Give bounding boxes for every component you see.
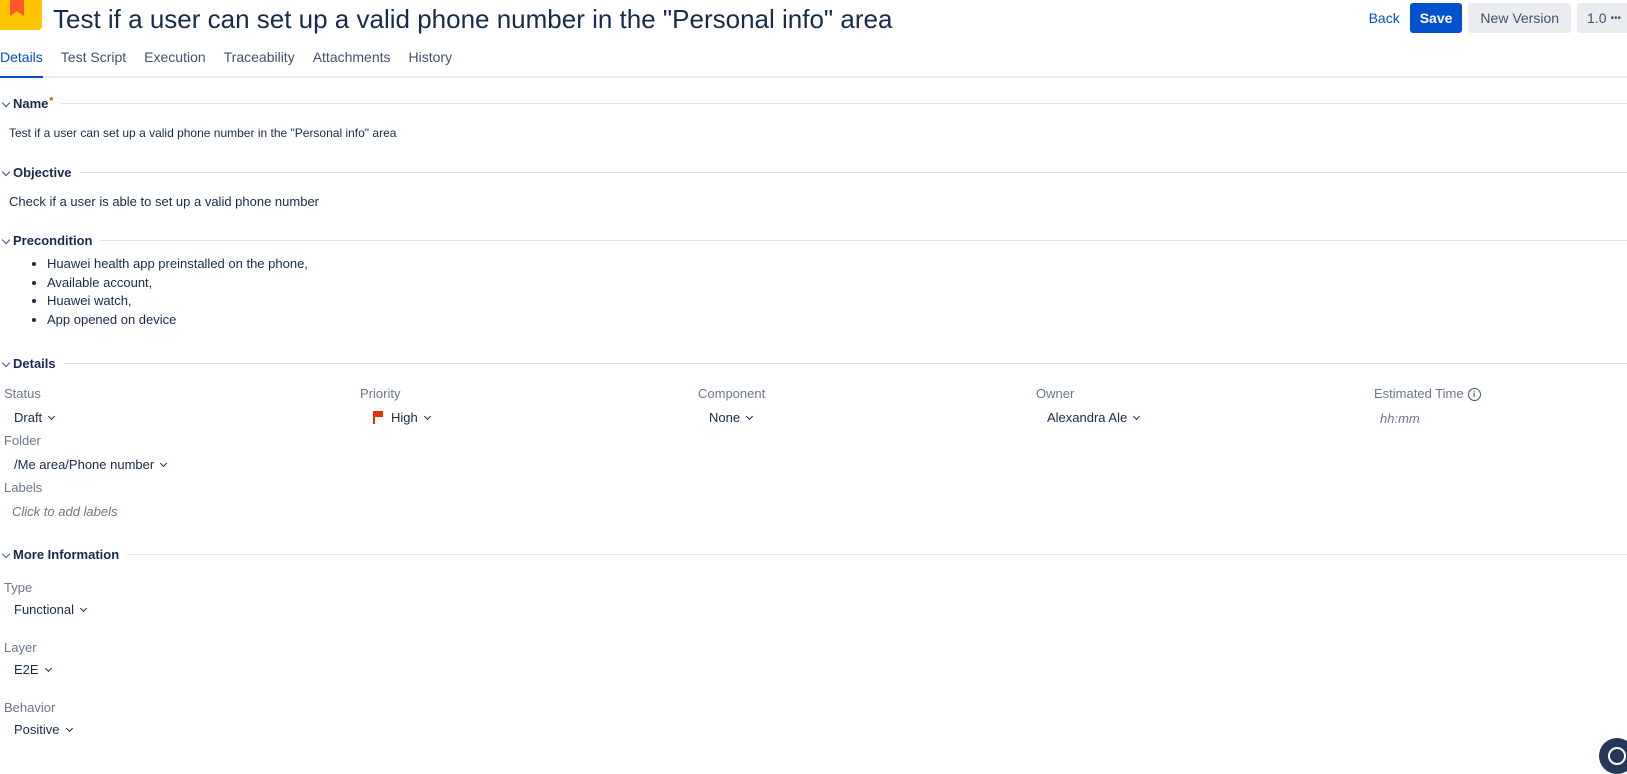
tab-bar: Details Test Script Execution Traceabili… (0, 45, 1627, 78)
priority-select[interactable]: High (373, 410, 432, 425)
help-button[interactable] (1599, 738, 1627, 774)
app-logo (0, 0, 42, 30)
status-label: Status (4, 386, 41, 401)
info-icon[interactable]: i (1467, 388, 1481, 401)
folder-select[interactable]: /Me area/Phone number (14, 457, 168, 472)
section-objective-title: Objective (13, 165, 72, 180)
section-details-header[interactable]: Details (0, 356, 1627, 371)
section-divider (61, 103, 1627, 104)
component-label: Component (698, 386, 766, 401)
back-button[interactable]: Back (1365, 4, 1404, 32)
required-asterisk: * (49, 96, 54, 107)
component-select[interactable]: None (709, 410, 754, 425)
folder-label: Folder (4, 433, 41, 448)
name-value[interactable]: Test if a user can set up a valid phone … (9, 126, 396, 140)
chevron-down-icon[interactable] (0, 235, 12, 247)
tab-attachments[interactable]: Attachments (304, 45, 400, 76)
chevron-down-icon (424, 414, 432, 422)
section-divider (127, 554, 1627, 555)
section-divider (63, 363, 1627, 364)
section-precondition-title: Precondition (13, 233, 93, 248)
section-details-title: Details (13, 356, 56, 371)
section-objective-header[interactable]: Objective (0, 165, 1627, 180)
estimated-time-label: Estimated Time i (1374, 386, 1481, 401)
tab-history[interactable]: History (400, 45, 462, 76)
tab-test-script[interactable]: Test Script (52, 45, 135, 76)
layer-select[interactable]: E2E (14, 662, 53, 677)
list-item: Huawei watch, (47, 292, 308, 311)
priority-label: Priority (360, 386, 401, 401)
section-divider (79, 172, 1627, 173)
behavior-select[interactable]: Positive (14, 722, 74, 737)
estimated-time-input[interactable]: hh:mm (1380, 411, 1420, 426)
chevron-down-icon[interactable] (0, 358, 12, 370)
version-menu[interactable]: 1.0 ••• (1577, 3, 1627, 33)
chevron-down-icon (80, 606, 88, 614)
chevron-down-icon (48, 414, 56, 422)
flag-icon (373, 411, 383, 424)
chevron-down-icon (45, 666, 53, 674)
list-item: App opened on device (47, 311, 308, 330)
list-item: Available account, (47, 274, 308, 293)
page-title: Test if a user can set up a valid phone … (53, 4, 893, 34)
section-more-information-header[interactable]: More Information (0, 547, 1627, 562)
status-select[interactable]: Draft (14, 410, 56, 425)
chevron-down-icon[interactable] (0, 549, 12, 561)
precondition-list[interactable]: Huawei health app preinstalled on the ph… (27, 255, 308, 329)
save-button[interactable]: Save (1409, 3, 1463, 33)
layer-label: Layer (4, 640, 37, 655)
chevron-down-icon[interactable] (0, 167, 12, 179)
owner-label: Owner (1036, 386, 1075, 401)
chevron-down-icon (1133, 414, 1141, 422)
owner-select[interactable]: Alexandra Ale (1047, 410, 1141, 425)
tab-details[interactable]: Details (0, 45, 52, 78)
labels-label: Labels (4, 480, 43, 495)
chevron-down-icon (160, 461, 168, 469)
section-more-information-title: More Information (13, 547, 120, 562)
more-icon[interactable]: ••• (1610, 13, 1621, 24)
type-label: Type (4, 580, 33, 595)
tab-traceability[interactable]: Traceability (215, 45, 304, 76)
objective-value[interactable]: Check if a user is able to set up a vali… (9, 194, 319, 209)
version-label: 1.0 (1587, 10, 1607, 26)
chevron-down-icon (66, 726, 74, 734)
new-version-button[interactable]: New Version (1468, 3, 1572, 33)
chevron-down-icon (746, 414, 754, 422)
labels-input[interactable]: Click to add labels (12, 504, 118, 519)
section-divider (100, 240, 1627, 241)
chevron-down-icon[interactable] (0, 98, 12, 110)
top-actions: Back Save New Version 1.0 ••• (1365, 3, 1627, 33)
section-precondition-header[interactable]: Precondition (0, 233, 1627, 248)
section-name-title: Name* (13, 96, 54, 111)
list-item: Huawei health app preinstalled on the ph… (47, 255, 308, 274)
section-name-header[interactable]: Name* (0, 96, 1627, 111)
type-select[interactable]: Functional (14, 602, 88, 617)
behavior-label: Behavior (4, 700, 56, 715)
bookmark-icon (10, 0, 24, 16)
tab-execution[interactable]: Execution (135, 45, 214, 76)
